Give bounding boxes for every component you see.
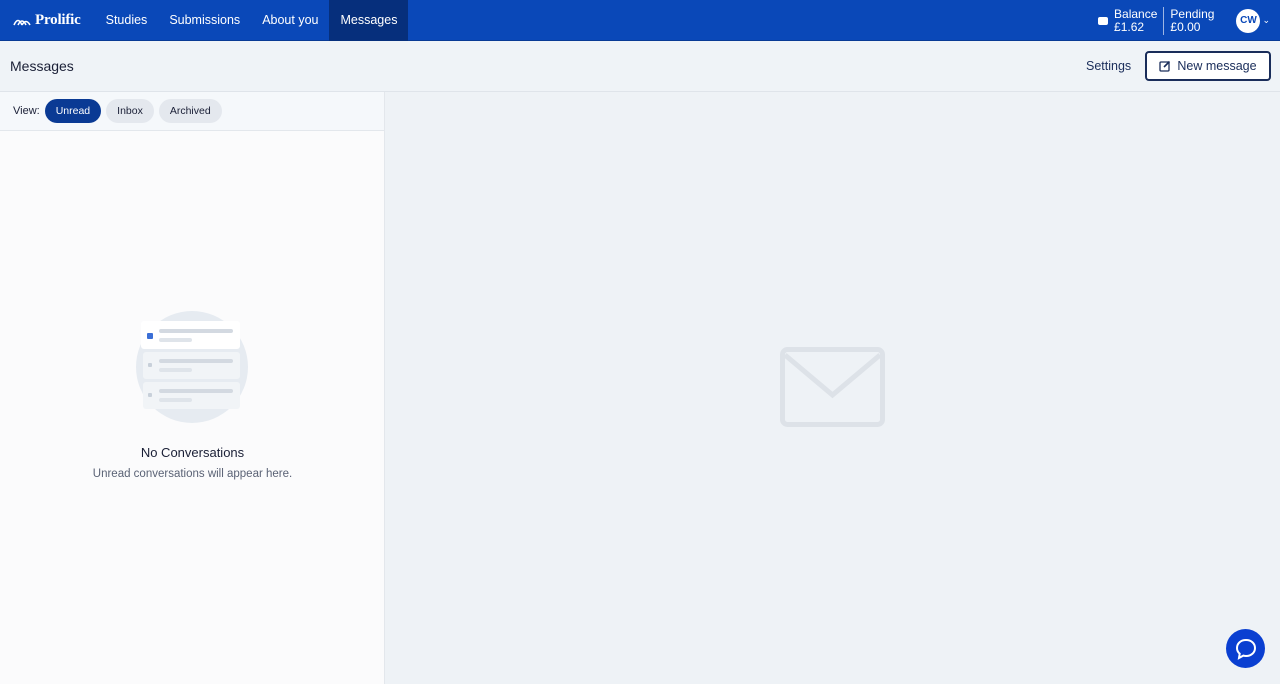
pending-label: Pending <box>1170 6 1215 21</box>
empty-state-subtitle: Unread conversations will appear here. <box>92 468 293 480</box>
nav-item-about-you[interactable]: About you <box>251 0 329 41</box>
chat-icon <box>1235 638 1256 660</box>
conversation-list-panel: View: Unread Inbox Archived No Conversat… <box>0 92 385 684</box>
support-chat-button[interactable] <box>1226 629 1265 668</box>
page-title: Messages <box>10 58 74 74</box>
new-message-label: New message <box>1177 59 1257 73</box>
view-filter-unread[interactable]: Unread <box>44 99 102 123</box>
empty-conversations-illustration <box>136 311 248 423</box>
empty-state-title: No Conversations <box>140 445 245 460</box>
balance-value: £1.62 <box>1114 19 1145 34</box>
settings-link[interactable]: Settings <box>1086 59 1131 73</box>
view-filter-inbox[interactable]: Inbox <box>106 99 154 123</box>
account-menu[interactable]: CW ⌄ <box>1236 8 1270 33</box>
conversation-detail-panel <box>385 92 1280 684</box>
balance-label: Balance <box>1114 6 1158 21</box>
nav-links: Studies Submissions About you Messages <box>95 0 409 41</box>
top-nav: Prolific Studies Submissions About you M… <box>0 0 1280 41</box>
brand-name: Prolific <box>35 11 81 28</box>
avatar: CW <box>1236 8 1261 33</box>
envelope-icon <box>780 347 885 427</box>
nav-item-studies[interactable]: Studies <box>95 0 159 41</box>
view-filter-bar: View: Unread Inbox Archived <box>0 92 384 131</box>
prolific-logo[interactable]: Prolific <box>0 0 94 41</box>
view-label: View: <box>13 105 40 117</box>
view-filter-archived[interactable]: Archived <box>158 99 222 123</box>
nav-item-messages[interactable]: Messages <box>329 0 409 41</box>
pending-value: £0.00 <box>1170 19 1201 34</box>
chevron-down-icon: ⌄ <box>1262 15 1270 25</box>
wallet-summary[interactable]: Balance £1.62 Pending £0.00 <box>1098 6 1215 35</box>
pending-block: Pending £0.00 <box>1170 6 1215 34</box>
prolific-logo-icon <box>13 19 31 26</box>
account-area: Balance £1.62 Pending £0.00 CW ⌄ <box>1098 0 1280 41</box>
balance-block: Balance £1.62 <box>1114 6 1158 34</box>
balance-divider <box>1163 6 1165 35</box>
wallet-icon <box>1098 17 1109 25</box>
page-header: Messages Settings New message <box>0 41 1280 92</box>
new-message-button[interactable]: New message <box>1145 51 1271 81</box>
edit-icon <box>1159 60 1171 72</box>
nav-item-submissions[interactable]: Submissions <box>158 0 251 41</box>
